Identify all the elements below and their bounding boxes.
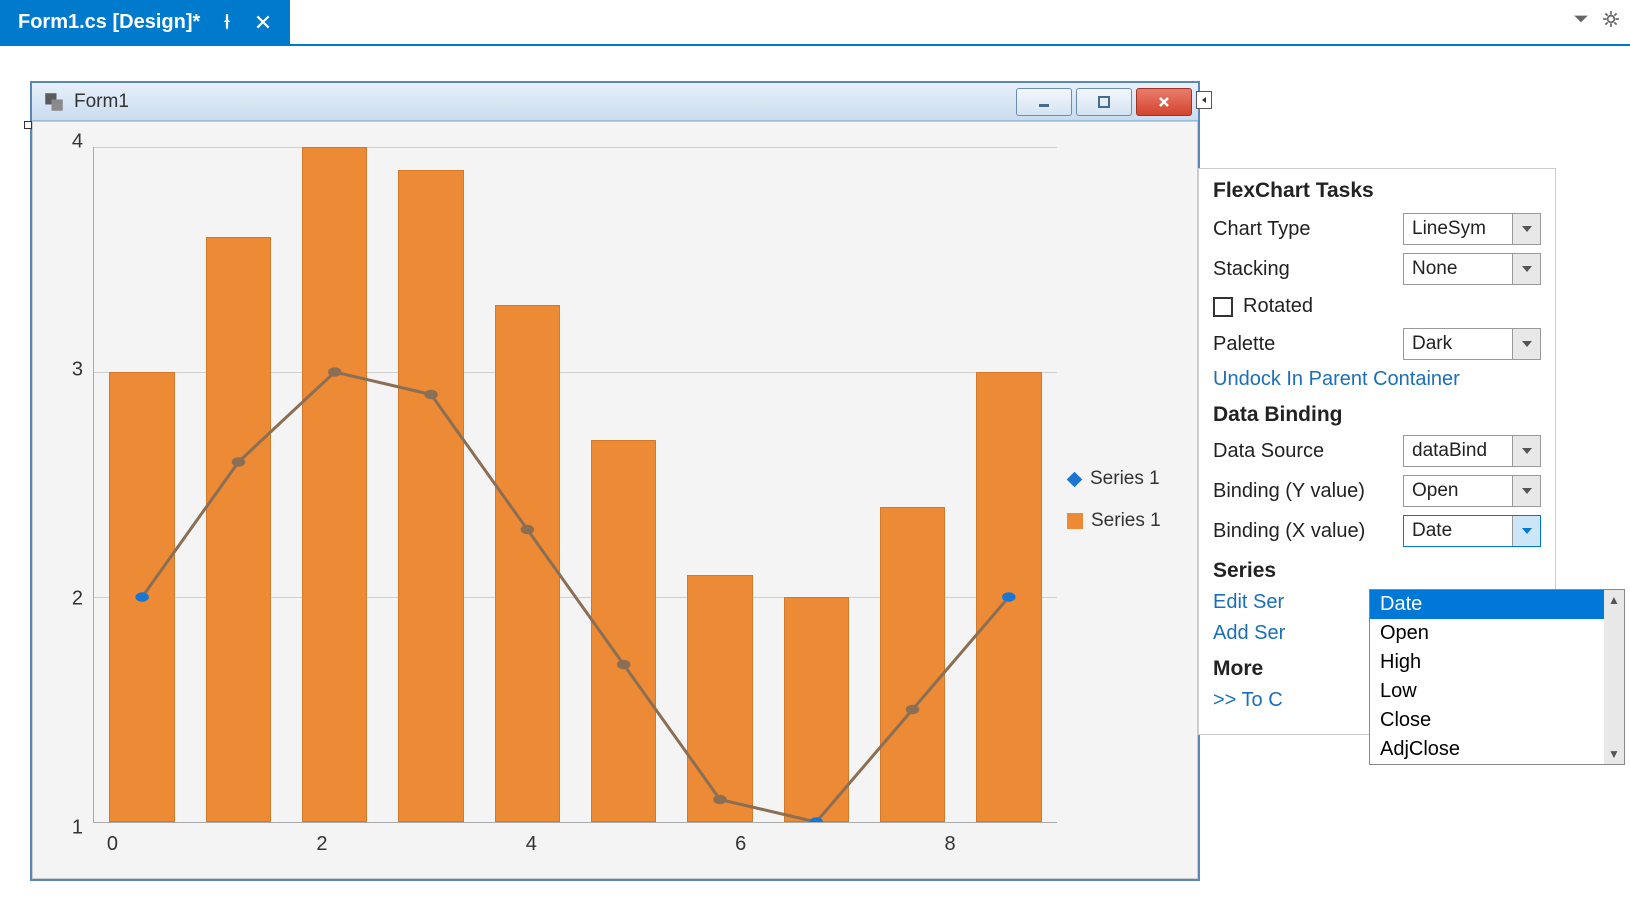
data-source-label: Data Source — [1213, 440, 1324, 463]
tab-title: Form1.cs [Design]* — [18, 11, 200, 34]
pin-icon[interactable] — [218, 13, 236, 31]
chart-legend: Series 1 Series 1 — [1067, 122, 1197, 878]
dropdown-option[interactable]: Close — [1370, 706, 1624, 735]
binding-x-dropdown[interactable]: Date Open High Low Close AdjClose ▲ ▼ — [1369, 589, 1625, 765]
document-tab[interactable]: Form1.cs [Design]* — [0, 0, 290, 44]
chevron-down-icon — [1512, 329, 1540, 359]
chevron-down-icon — [1512, 476, 1540, 506]
palette-label: Palette — [1213, 333, 1275, 356]
smart-tag-glyph[interactable] — [1196, 91, 1212, 109]
dropdown-option[interactable]: Date — [1370, 590, 1624, 619]
minimize-button[interactable] — [1016, 88, 1072, 116]
form-title-bar: Form1 — [32, 83, 1198, 121]
stacking-label: Stacking — [1213, 258, 1290, 281]
x-tick: 0 — [107, 833, 118, 856]
resize-handle[interactable] — [24, 121, 32, 129]
chart-bar — [976, 372, 1041, 822]
square-icon — [1067, 513, 1083, 529]
y-tick: 4 — [58, 131, 83, 154]
plot-area — [93, 147, 1057, 823]
data-source-select[interactable]: dataBind — [1403, 435, 1541, 467]
scroll-up-icon[interactable]: ▲ — [1604, 590, 1624, 610]
panel-title: FlexChart Tasks — [1213, 179, 1541, 203]
chevron-down-icon — [1512, 436, 1540, 466]
form-window[interactable]: Form1 4 3 2 1 — [30, 81, 1200, 881]
binding-x-select[interactable]: Date — [1403, 515, 1541, 547]
maximize-button[interactable] — [1076, 88, 1132, 116]
chart-bar — [880, 507, 945, 822]
chevron-down-icon — [1512, 254, 1540, 284]
legend-item-line: Series 1 — [1067, 468, 1187, 490]
scrollbar[interactable]: ▲ ▼ — [1604, 590, 1624, 764]
form-title: Form1 — [74, 91, 129, 113]
rotated-label: Rotated — [1243, 295, 1313, 318]
dropdown-option[interactable]: Open — [1370, 619, 1624, 648]
chart-bar — [302, 147, 367, 822]
y-tick: 2 — [58, 587, 83, 610]
x-tick: 4 — [526, 833, 537, 856]
rotated-checkbox[interactable] — [1213, 297, 1233, 317]
y-tick: 3 — [58, 359, 83, 382]
y-tick: 1 — [58, 817, 83, 840]
data-binding-header: Data Binding — [1213, 403, 1541, 427]
chart-bar — [687, 575, 752, 823]
window-dropdown-icon[interactable] — [1572, 10, 1590, 33]
chart-bar — [109, 372, 174, 822]
chart-type-label: Chart Type — [1213, 218, 1310, 241]
x-tick: 2 — [316, 833, 327, 856]
diamond-icon — [1067, 471, 1083, 487]
binding-x-label: Binding (X value) — [1213, 520, 1365, 543]
chart-bar — [398, 170, 463, 823]
stacking-select[interactable]: None — [1403, 253, 1541, 285]
chart-type-select[interactable]: LineSym — [1403, 213, 1541, 245]
x-tick: 8 — [945, 833, 956, 856]
dropdown-option[interactable]: AdjClose — [1370, 735, 1624, 764]
close-tab-icon[interactable] — [254, 13, 272, 31]
chart-bar — [591, 440, 656, 823]
gear-icon[interactable] — [1602, 10, 1620, 33]
binding-y-select[interactable]: Open — [1403, 475, 1541, 507]
series-header: Series — [1213, 559, 1541, 583]
chart-bar — [784, 597, 849, 822]
chart-bar — [495, 305, 560, 823]
dropdown-option[interactable]: High — [1370, 648, 1624, 677]
dropdown-option[interactable]: Low — [1370, 677, 1624, 706]
close-button[interactable] — [1136, 88, 1192, 116]
binding-y-label: Binding (Y value) — [1213, 480, 1365, 503]
scroll-down-icon[interactable]: ▼ — [1604, 744, 1624, 764]
x-axis: 0 2 4 6 8 — [93, 833, 1067, 863]
chart-bar — [206, 237, 271, 822]
palette-select[interactable]: Dark — [1403, 328, 1541, 360]
form-icon — [44, 92, 64, 112]
chevron-down-icon — [1512, 516, 1540, 546]
y-axis: 4 3 2 1 — [53, 142, 83, 828]
chevron-down-icon — [1512, 214, 1540, 244]
legend-item-bar: Series 1 — [1067, 510, 1187, 532]
undock-link[interactable]: Undock In Parent Container — [1213, 368, 1541, 391]
flexchart-control[interactable]: 4 3 2 1 0 2 4 6 8 — [32, 121, 1198, 879]
x-tick: 6 — [735, 833, 746, 856]
